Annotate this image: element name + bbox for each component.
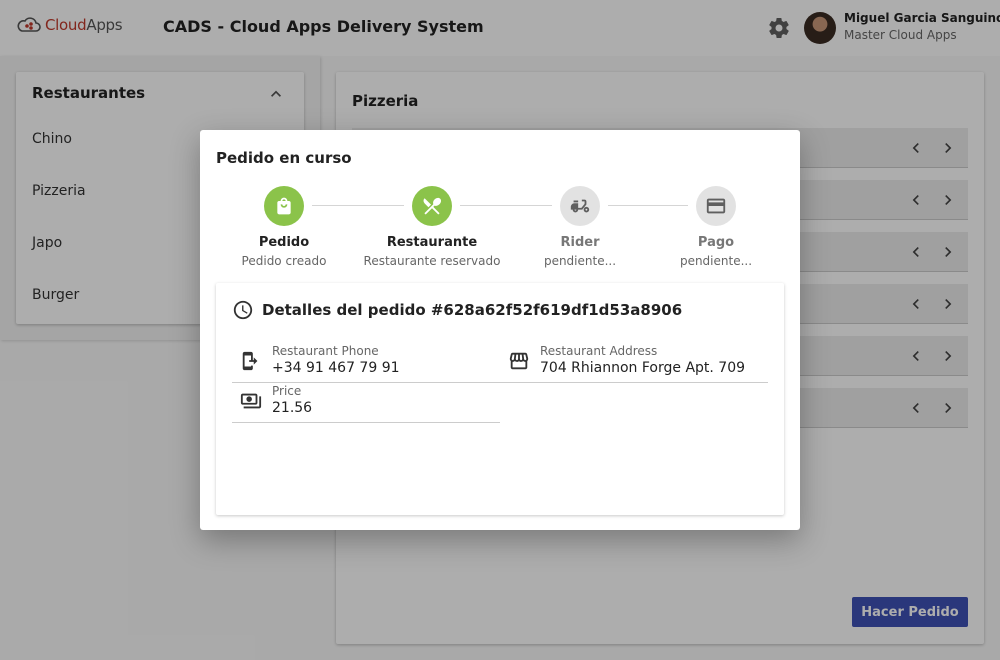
step-label: Pedido <box>258 235 310 250</box>
step-sublabel: pendiente... <box>679 254 753 268</box>
restaurant-address-field: Restaurant Address 704 Rhiannon Forge Ap… <box>500 343 768 383</box>
payments-icon <box>240 393 262 409</box>
step-indicator <box>696 186 736 226</box>
field-label: Restaurant Address <box>540 344 658 358</box>
order-status-dialog: Pedido en curso Pedido Pedido creado Res… <box>200 130 800 530</box>
scooter-icon <box>570 199 590 213</box>
restaurant-icon <box>423 197 442 215</box>
field-value: +34 91 467 79 91 <box>272 360 400 376</box>
phone-forward-icon <box>242 351 258 371</box>
step-indicator <box>560 186 600 226</box>
step-restaurante: Restaurante Restaurante reservado <box>362 186 502 268</box>
order-details-title: Detalles del pedido #628a62f52f619df1d53… <box>262 301 683 319</box>
step-rider: Rider pendiente... <box>510 186 650 268</box>
storefront-icon <box>509 352 529 370</box>
step-sublabel: pendiente... <box>543 254 617 268</box>
price-field: Price 21.56 <box>232 383 500 423</box>
step-indicator <box>264 186 304 226</box>
field-label: Restaurant Phone <box>272 344 379 358</box>
field-value: 21.56 <box>272 400 313 416</box>
step-label: Pago <box>697 235 735 250</box>
step-sublabel: Restaurante reservado <box>363 254 501 268</box>
step-label: Rider <box>560 235 600 250</box>
restaurant-phone-field: Restaurant Phone +34 91 467 79 91 <box>232 343 500 383</box>
credit-card-icon <box>706 198 726 214</box>
step-label: Restaurante <box>386 235 478 250</box>
dialog-title: Pedido en curso <box>216 149 352 167</box>
step-sublabel: Pedido creado <box>241 254 327 268</box>
field-value: 704 Rhiannon Forge Apt. 709 <box>540 360 746 376</box>
shopping-bag-icon <box>277 197 291 215</box>
step-indicator <box>412 186 452 226</box>
clock-icon <box>233 300 253 320</box>
step-pago: Pago pendiente... <box>646 186 786 268</box>
step-pedido: Pedido Pedido creado <box>214 186 354 268</box>
order-details-card: Detalles del pedido #628a62f52f619df1d53… <box>216 283 784 515</box>
field-label: Price <box>272 384 302 398</box>
